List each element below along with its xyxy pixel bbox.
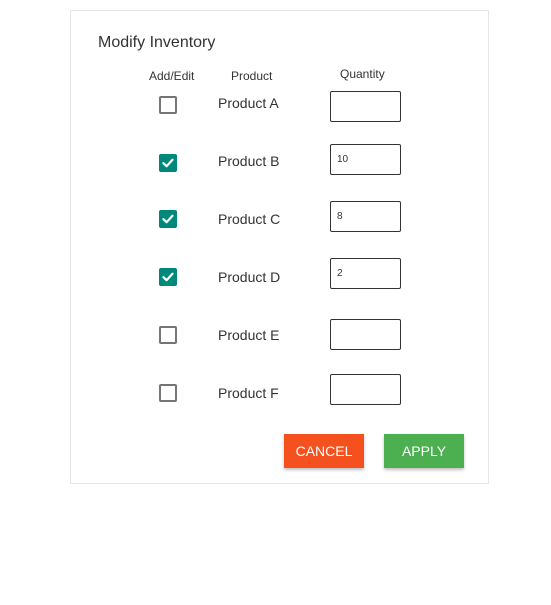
- column-header-add-edit: Add/Edit: [149, 69, 195, 83]
- add-edit-checkbox[interactable]: [159, 210, 177, 228]
- apply-button[interactable]: APPLY: [384, 434, 464, 468]
- add-edit-checkbox[interactable]: [159, 268, 177, 286]
- inventory-row: Product A: [71, 87, 488, 127]
- quantity-input[interactable]: [330, 258, 401, 289]
- product-label: Product E: [218, 327, 280, 343]
- check-icon: [162, 158, 174, 168]
- product-label: Product A: [218, 95, 279, 111]
- quantity-input[interactable]: [330, 319, 401, 350]
- inventory-row: Product D: [71, 258, 488, 301]
- cancel-button[interactable]: CANCEL: [284, 434, 364, 468]
- quantity-input[interactable]: [330, 91, 401, 122]
- add-edit-checkbox[interactable]: [159, 154, 177, 172]
- inventory-row: Product B: [71, 144, 488, 185]
- product-label: Product D: [218, 269, 281, 285]
- add-edit-checkbox[interactable]: [159, 96, 177, 114]
- inventory-row: Product E: [71, 319, 488, 359]
- modify-inventory-panel: Modify Inventory Add/Edit Product Quanti…: [70, 10, 489, 484]
- product-label: Product F: [218, 385, 279, 401]
- column-header-product: Product: [231, 69, 273, 83]
- add-edit-checkbox[interactable]: [159, 326, 177, 344]
- column-header-quantity: Quantity: [340, 67, 385, 81]
- check-icon: [162, 214, 174, 224]
- product-label: Product C: [218, 211, 281, 227]
- quantity-input[interactable]: [330, 201, 401, 232]
- inventory-row: Product F: [71, 374, 488, 417]
- panel-title: Modify Inventory: [98, 34, 216, 51]
- quantity-input[interactable]: [330, 374, 401, 405]
- add-edit-checkbox[interactable]: [159, 384, 177, 402]
- product-label: Product B: [218, 153, 280, 169]
- check-icon: [162, 272, 174, 282]
- inventory-row: Product C: [71, 201, 488, 243]
- quantity-input[interactable]: [330, 144, 401, 175]
